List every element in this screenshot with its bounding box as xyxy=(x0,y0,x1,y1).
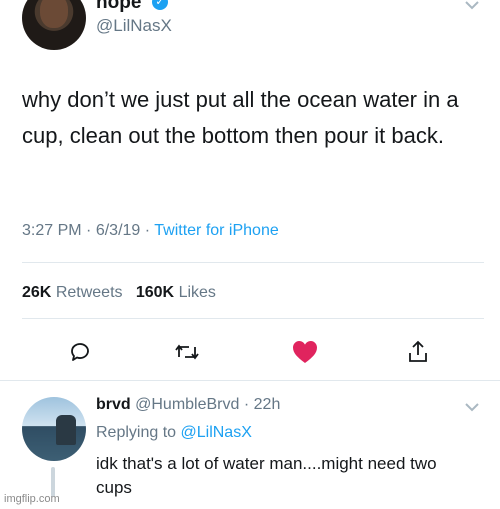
divider xyxy=(22,318,484,319)
retweets-label: Retweets xyxy=(55,284,123,301)
retweet-icon xyxy=(175,344,199,360)
tweet-date: 6/3/19 xyxy=(95,222,141,239)
reply-author-handle[interactable]: @HumbleBrvd xyxy=(135,396,239,413)
reply-age: 22h xyxy=(253,396,281,413)
tweet-meta: 3:27 PM · 6/3/19 · Twitter for iPhone xyxy=(22,222,279,239)
reply-header: brvd @HumbleBrvd · 22h xyxy=(96,396,281,413)
author-display-name[interactable]: nope xyxy=(96,0,141,14)
reply-author-avatar[interactable] xyxy=(22,397,86,461)
heart-icon xyxy=(293,341,317,363)
retweet-button[interactable] xyxy=(173,338,201,366)
replying-to-prefix: Replying to xyxy=(96,424,177,441)
replying-to-handle[interactable]: @LilNasX xyxy=(181,424,252,441)
reply-button[interactable] xyxy=(66,338,94,366)
like-button[interactable] xyxy=(291,338,319,366)
retweets-count: 26K xyxy=(22,284,52,301)
reply-author-display-name[interactable]: brvd xyxy=(96,396,131,413)
tweet-source-link[interactable]: Twitter for iPhone xyxy=(154,222,279,239)
verified-badge-icon: ✓ xyxy=(152,0,168,10)
likes-label: Likes xyxy=(178,284,216,301)
tweet-time: 3:27 PM xyxy=(22,222,82,239)
likes-stat[interactable]: 160K Likes xyxy=(136,284,216,301)
reply-icon xyxy=(71,343,89,361)
replying-to: Replying to @LilNasX xyxy=(96,424,252,442)
divider xyxy=(0,380,500,381)
tweet-stats: 26K Retweets 160K Likes xyxy=(22,284,216,302)
divider xyxy=(22,262,484,263)
author-handle[interactable]: @LilNasX xyxy=(96,16,172,36)
chevron-down-icon[interactable] xyxy=(464,0,480,10)
reply-text: idk that's a lot of water man....might n… xyxy=(96,454,437,497)
watermark: imgflip.com xyxy=(4,493,60,505)
share-button[interactable] xyxy=(404,338,432,366)
tweet-text: why don’t we just put all the ocean wate… xyxy=(22,87,459,148)
share-icon xyxy=(409,340,427,362)
likes-count: 160K xyxy=(135,284,175,301)
author-avatar[interactable] xyxy=(22,0,86,50)
retweets-stat[interactable]: 26K Retweets xyxy=(22,284,123,301)
chevron-down-icon[interactable] xyxy=(464,402,480,412)
